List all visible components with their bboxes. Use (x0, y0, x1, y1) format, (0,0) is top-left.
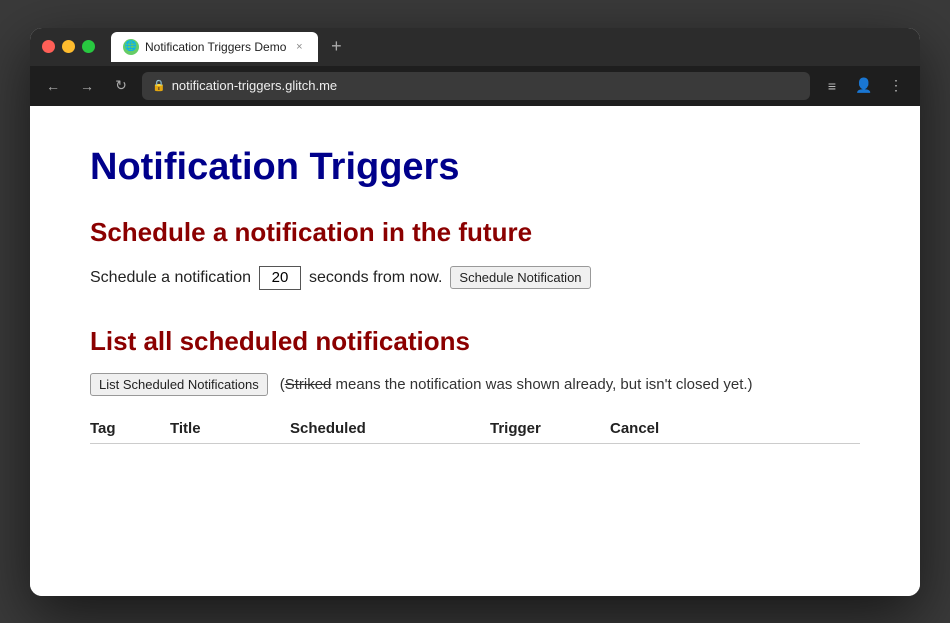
list-scheduled-notifications-button[interactable]: List Scheduled Notifications (90, 373, 268, 396)
col-cancel: Cancel (610, 420, 710, 437)
minimize-button[interactable] (62, 40, 75, 53)
list-section-heading: List all scheduled notifications (90, 326, 860, 357)
new-tab-button[interactable]: + (322, 33, 350, 61)
back-button[interactable]: ← (40, 73, 66, 99)
close-button[interactable] (42, 40, 55, 53)
schedule-row: Schedule a notification seconds from now… (90, 266, 860, 290)
browser-window: 🌐 Notification Triggers Demo × + ← → ↻ 🔒… (30, 28, 920, 596)
table-header: Tag Title Scheduled Trigger Cancel (90, 420, 860, 444)
url-text: notification-triggers.glitch.me (172, 78, 800, 93)
forward-button[interactable]: → (74, 73, 100, 99)
traffic-lights (42, 40, 95, 53)
title-bar: 🌐 Notification Triggers Demo × + (30, 28, 920, 66)
active-tab[interactable]: 🌐 Notification Triggers Demo × (111, 32, 318, 62)
lock-icon: 🔒 (152, 79, 166, 92)
seconds-input[interactable] (259, 266, 301, 290)
tab-favicon: 🌐 (123, 39, 139, 55)
tab-close-button[interactable]: × (292, 40, 306, 54)
page-content: Notification Triggers Schedule a notific… (30, 106, 920, 596)
address-bar: ← → ↻ 🔒 notification-triggers.glitch.me … (30, 66, 920, 106)
page-title: Notification Triggers (90, 146, 860, 189)
schedule-notification-button[interactable]: Schedule Notification (450, 266, 590, 289)
schedule-label-after: seconds from now. (309, 269, 442, 287)
menu-icon-button[interactable]: ≡ (818, 72, 846, 100)
col-tag: Tag (90, 420, 170, 437)
col-trigger: Trigger (490, 420, 610, 437)
profile-icon-button[interactable]: 👤 (850, 72, 878, 100)
striked-word: Striked (285, 376, 332, 393)
note-rest: means the notification was shown already… (331, 376, 752, 393)
list-controls: List Scheduled Notifications (Striked me… (90, 373, 860, 396)
schedule-section-heading: Schedule a notification in the future (90, 217, 860, 248)
col-title: Title (170, 420, 290, 437)
tab-title: Notification Triggers Demo (145, 40, 286, 54)
striked-note: (Striked means the notification was show… (280, 376, 753, 393)
url-bar[interactable]: 🔒 notification-triggers.glitch.me (142, 72, 810, 100)
schedule-label-before: Schedule a notification (90, 269, 251, 287)
col-scheduled: Scheduled (290, 420, 490, 437)
tab-area: 🌐 Notification Triggers Demo × + (111, 32, 908, 62)
reload-button[interactable]: ↻ (108, 73, 134, 99)
maximize-button[interactable] (82, 40, 95, 53)
toolbar-right: ≡ 👤 ⋮ (818, 72, 910, 100)
more-icon-button[interactable]: ⋮ (882, 72, 910, 100)
